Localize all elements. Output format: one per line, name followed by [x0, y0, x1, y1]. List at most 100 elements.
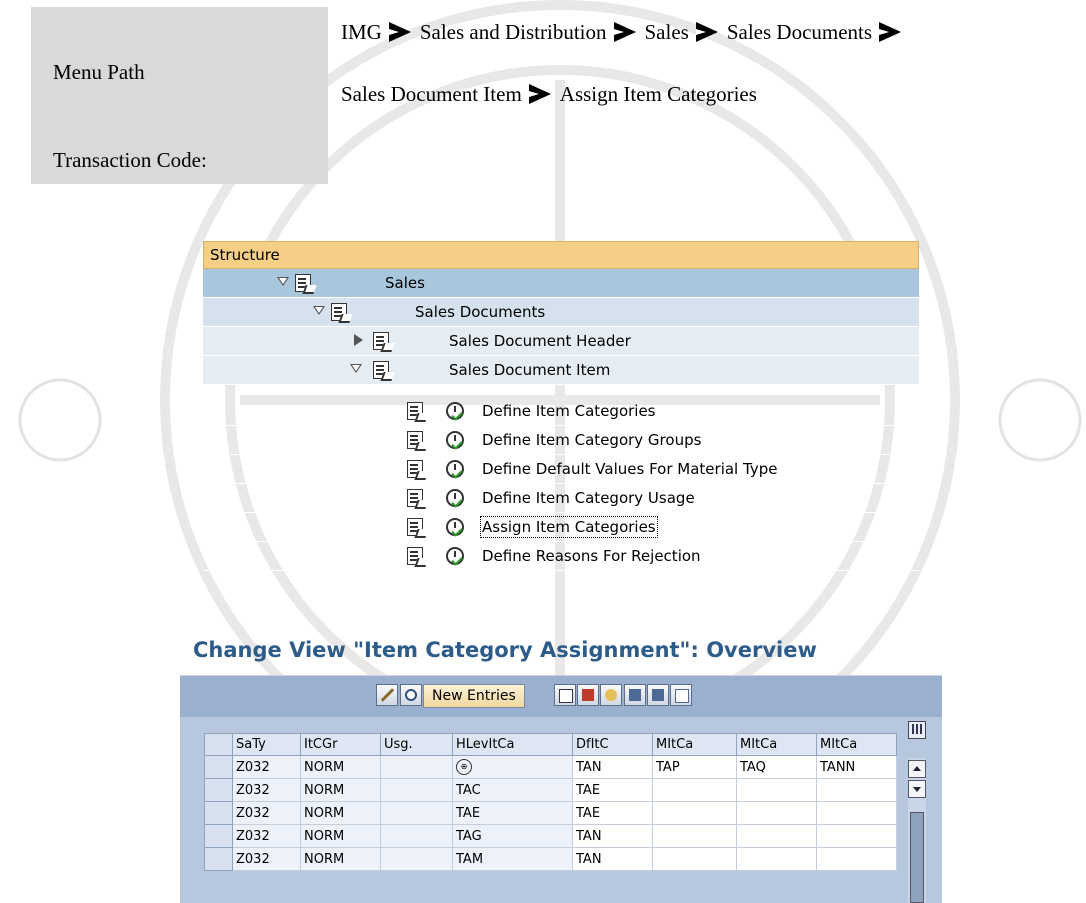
expand-triangle-icon[interactable]	[350, 364, 362, 373]
table-cell	[380, 847, 453, 871]
tree-node-sales-document-header[interactable]: Sales Document Header	[203, 327, 919, 356]
column-header[interactable]: ItCGr	[300, 733, 381, 756]
expand-triangle-icon[interactable]	[277, 277, 289, 286]
table-cell[interactable]	[652, 824, 737, 848]
row-selector[interactable]	[204, 824, 233, 848]
column-header[interactable]: SaTy	[232, 733, 301, 756]
table-cell[interactable]: TAP	[652, 755, 737, 779]
table-cell[interactable]: TAE	[572, 778, 653, 802]
document-icon	[295, 274, 311, 292]
execute-activity-icon[interactable]	[446, 547, 464, 565]
menu-path-line-1: IMG Sales and Distribution Sales Sales Docu…	[341, 20, 910, 45]
row-selector[interactable]	[204, 755, 233, 779]
tree-node-sales-documents[interactable]: Sales Documents	[203, 298, 919, 327]
tree-node-label: Sales Document Header	[449, 332, 631, 350]
document-icon	[407, 402, 423, 420]
new-entries-button[interactable]: New Entries	[423, 684, 525, 708]
table-cell[interactable]	[816, 824, 897, 848]
value-help-icon[interactable]: ⊕	[456, 759, 472, 775]
tree-node-label: Sales Documents	[415, 303, 546, 321]
scroll-down-icon[interactable]	[908, 780, 926, 798]
table-cell: TAE	[452, 801, 573, 825]
table-cell	[380, 778, 453, 802]
activity-define-item-categories[interactable]: Define Item Categories	[203, 397, 919, 426]
tree-node-sales[interactable]: Sales	[203, 269, 919, 298]
column-header[interactable]: Usg.	[380, 733, 453, 756]
copy-icon[interactable]	[554, 684, 576, 706]
table-row[interactable]: Z032 NORM ⊕ TAN TAP TAQ TANN	[204, 755, 897, 779]
arrow-right-icon	[388, 22, 411, 42]
table-cell[interactable]: TAN	[572, 824, 653, 848]
column-header[interactable]: DfItC	[572, 733, 653, 756]
table-cell[interactable]	[736, 824, 817, 848]
collapse-triangle-icon[interactable]	[354, 334, 363, 346]
activity-define-reasons-for-rejection[interactable]: Define Reasons For Rejection	[203, 542, 919, 571]
table-cell[interactable]	[736, 778, 817, 802]
table-row[interactable]: Z032 NORM TAG TAN	[204, 824, 897, 848]
screen-title: Change View "Item Category Assignment": …	[193, 638, 817, 662]
document-icon	[407, 431, 423, 449]
table-cell[interactable]: TAE	[572, 801, 653, 825]
deselect-all-icon[interactable]	[670, 684, 692, 706]
table-header-row: SaTy ItCGr Usg. HLevItCa DfItC MItCa MIt…	[204, 733, 897, 756]
display-change-icon[interactable]	[376, 684, 398, 706]
column-header[interactable]: MItCa	[816, 733, 897, 756]
table-cell: TAC	[452, 778, 573, 802]
row-selector[interactable]	[204, 778, 233, 802]
expand-triangle-icon[interactable]	[313, 306, 325, 315]
table-cell[interactable]: TAN	[572, 755, 653, 779]
details-icon[interactable]	[400, 684, 422, 706]
table-row[interactable]: Z032 NORM TAC TAE	[204, 778, 897, 802]
table-row[interactable]: Z032 NORM TAE TAE	[204, 801, 897, 825]
scrollbar-thumb[interactable]	[910, 812, 924, 903]
table-cell: NORM	[300, 755, 381, 779]
activity-label: Define Item Category Usage	[482, 489, 695, 507]
table-cell	[380, 824, 453, 848]
execute-activity-icon[interactable]	[446, 489, 464, 507]
table-cell-hlevitca[interactable]: ⊕	[452, 755, 573, 779]
table-cell[interactable]	[736, 801, 817, 825]
row-selector[interactable]	[204, 801, 233, 825]
table-cell[interactable]	[816, 847, 897, 871]
table-cell[interactable]: TAN	[572, 847, 653, 871]
execute-activity-icon[interactable]	[446, 518, 464, 536]
table-cell[interactable]: TAQ	[736, 755, 817, 779]
select-all-column[interactable]	[204, 733, 233, 756]
table-row[interactable]: Z032 NORM TAM TAN	[204, 847, 897, 871]
table-cell[interactable]	[736, 847, 817, 871]
table-cell[interactable]	[652, 801, 737, 825]
activity-define-default-values[interactable]: Define Default Values For Material Type	[203, 455, 919, 484]
tree-node-sales-document-item[interactable]: Sales Document Item	[203, 356, 919, 385]
table-cell	[380, 801, 453, 825]
activity-define-item-category-usage[interactable]: Define Item Category Usage	[203, 484, 919, 513]
scroll-up-icon[interactable]	[908, 760, 926, 778]
table-cell: TAG	[452, 824, 573, 848]
activity-label: Define Default Values For Material Type	[482, 460, 778, 478]
document-icon	[407, 489, 423, 507]
arrow-right-icon	[879, 22, 902, 42]
column-header[interactable]: HLevItCa	[452, 733, 573, 756]
column-header[interactable]: MItCa	[736, 733, 817, 756]
table-settings-icon[interactable]	[908, 721, 926, 739]
table-cell[interactable]	[652, 847, 737, 871]
select-all-icon[interactable]	[624, 684, 646, 706]
path-step: Sales Document Item	[341, 82, 522, 106]
table-cell: Z032	[232, 824, 301, 848]
document-icon	[407, 518, 423, 536]
undo-icon[interactable]	[600, 684, 622, 706]
row-selector[interactable]	[204, 847, 233, 871]
tree-node-label: Sales Document Item	[449, 361, 611, 379]
execute-activity-icon[interactable]	[446, 402, 464, 420]
table-cell[interactable]	[652, 778, 737, 802]
table-cell[interactable]: TANN	[816, 755, 897, 779]
select-block-icon[interactable]	[647, 684, 669, 706]
activity-assign-item-categories[interactable]: Assign Item Categories	[203, 513, 919, 542]
table-cell[interactable]	[816, 778, 897, 802]
table-cell[interactable]	[816, 801, 897, 825]
delete-icon[interactable]	[577, 684, 599, 706]
execute-activity-icon[interactable]	[446, 431, 464, 449]
document-icon	[331, 303, 347, 321]
execute-activity-icon[interactable]	[446, 460, 464, 478]
activity-define-item-category-groups[interactable]: Define Item Category Groups	[203, 426, 919, 455]
column-header[interactable]: MItCa	[652, 733, 737, 756]
